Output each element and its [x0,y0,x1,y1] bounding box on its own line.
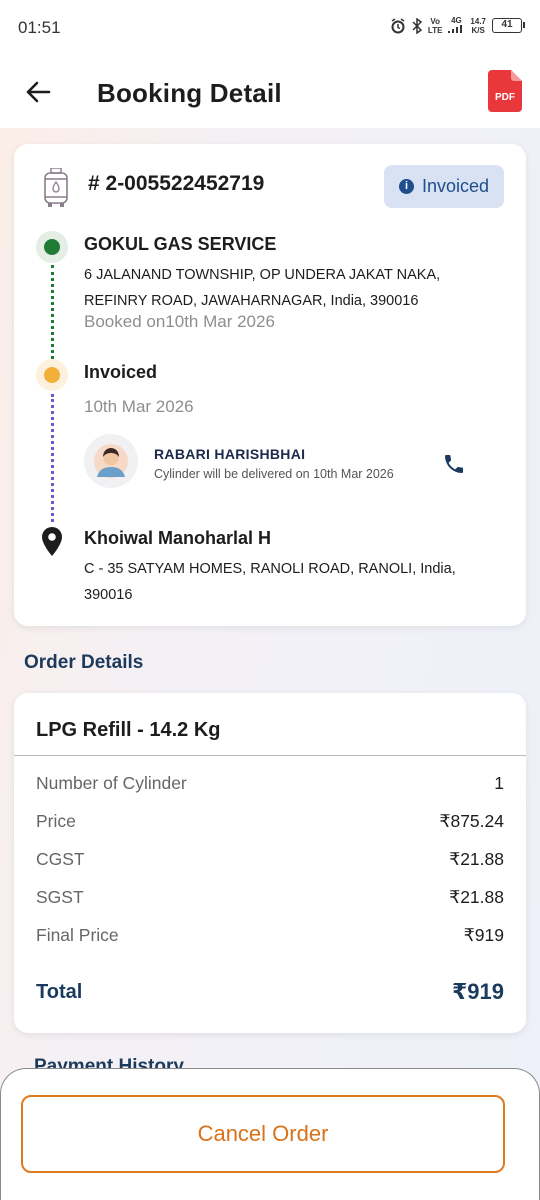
page-title: Booking Detail [97,78,282,108]
order-details-card: LPG Refill - 14.2 Kg Number of Cylinder … [14,693,526,1033]
invoiced-step-title: Invoiced [84,362,158,382]
phone-icon [445,455,463,473]
bottom-action-sheet: Cancel Order [0,1068,540,1200]
pdf-label: PDF [495,92,515,103]
avatar [84,434,138,488]
status-badge-label: Invoiced [421,176,490,196]
customer-address: C - 35 SATYAM HOMES, RANOLI ROAD, RANOLI… [84,561,456,603]
signal-bars-icon [448,25,463,33]
location-pin-icon [42,527,62,556]
booking-id: # 2-005522452719 [88,172,265,195]
cancel-order-button[interactable]: Cancel Order [21,1095,505,1173]
pdf-download-button[interactable]: PDF [488,70,522,112]
signal-indicator: 4G [448,16,464,35]
order-details-heading: Order Details [24,652,144,673]
timeline-connector-green [51,265,54,365]
invoiced-step-date: 10th Mar 2026 [84,397,194,416]
row-label-cylinders: Number of Cylinder [36,773,187,793]
customer-name: Khoiwal Manoharlal H [84,528,272,548]
divider [14,755,526,756]
row-value-final-price: ₹919 [463,925,504,945]
status-icons: Vo LTE 4G 14.7 K/S 41 [390,16,525,35]
status-badge: i Invoiced [384,165,504,208]
timeline-dot-invoiced [36,359,68,391]
pdf-file-icon: PDF [488,70,522,112]
total-value: ₹919 [451,979,504,1004]
app-bar: Booking Detail PDF [0,56,540,128]
network-speed: 14.7 K/S [470,16,486,35]
row-label-final-price: Final Price [36,925,119,945]
product-title: LPG Refill - 14.2 Kg [36,719,221,741]
row-label-cgst: CGST [36,849,85,869]
delivery-agent-name: RABARI HARISHBHAI [154,446,306,462]
row-label-price: Price [36,811,76,831]
distributor-address: 6 JALANAND TOWNSHIP, OP UNDERA JAKAT NAK… [84,267,441,309]
battery-icon: 41 [492,18,525,33]
bluetooth-icon [412,17,422,34]
row-value-cylinders: 1 [494,773,504,793]
booking-card: # 2-005522452719 i Invoiced GOKUL GAS SE… [14,144,526,626]
arrow-left-icon [26,81,51,103]
row-value-sgst: ₹21.88 [449,887,504,907]
alarm-icon [391,17,405,33]
gas-cylinder-icon [44,168,68,207]
info-icon: i [398,179,414,194]
back-button[interactable] [20,74,56,110]
delivery-person-icon [94,444,128,478]
row-value-price: ₹875.24 [439,811,504,831]
call-agent-button[interactable] [442,452,466,476]
booked-on-date: Booked on10th Mar 2026 [84,312,275,331]
row-label-sgst: SGST [36,887,84,907]
timeline-dot-booked [36,231,68,263]
status-time: 01:51 [18,18,61,37]
distributor-name: GOKUL GAS SERVICE [84,234,277,254]
volte-indicator: Vo LTE [427,16,443,35]
timeline-connector-purple [51,394,54,522]
total-label: Total [36,981,83,1003]
delivery-note: Cylinder will be delivered on 10th Mar 2… [154,467,394,481]
row-value-cgst: ₹21.88 [449,849,504,869]
status-bar: 01:51 Vo LTE 4G 14.7 K/S 41 [0,0,540,56]
